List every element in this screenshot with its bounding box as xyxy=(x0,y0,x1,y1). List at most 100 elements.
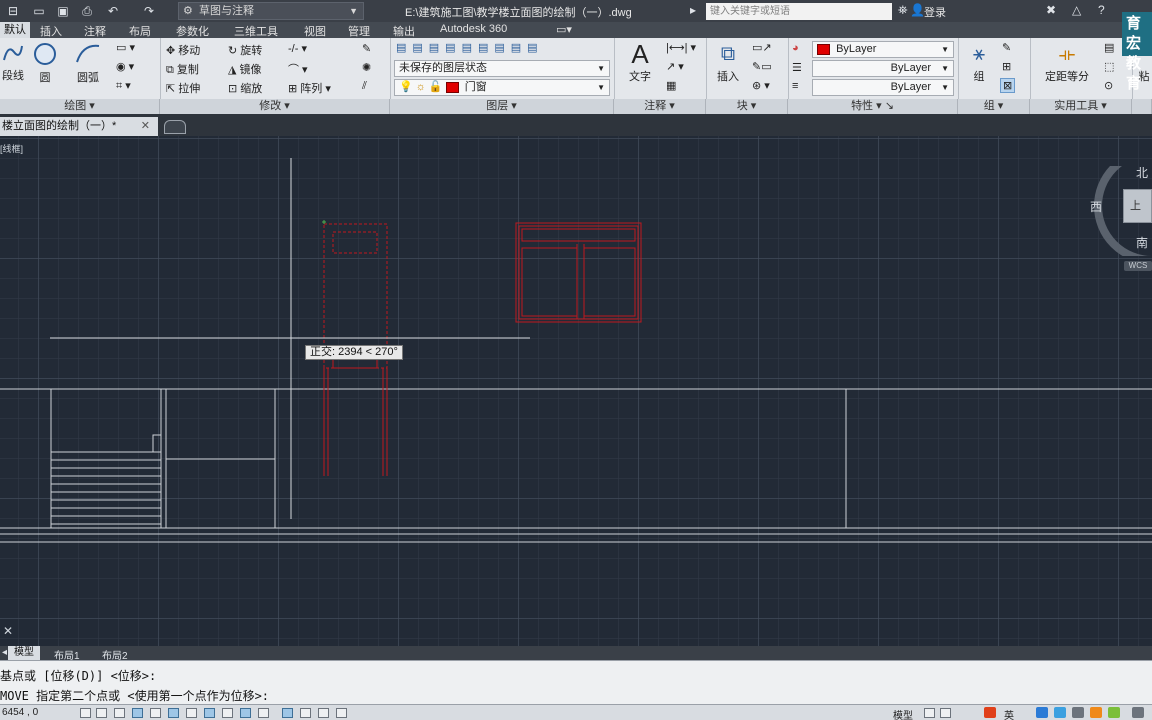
measure-tool[interactable]: ⟛ 定距等分 xyxy=(1036,40,1098,84)
panel-label-layers[interactable]: 图层 ▾ xyxy=(390,99,614,114)
annotation-monitor-toggle[interactable] xyxy=(336,708,347,718)
linetype-dropdown[interactable]: ByLayer ▼ xyxy=(812,60,954,77)
ungroup-tool[interactable]: ✎ xyxy=(1002,41,1011,54)
hatch-tool[interactable]: ◉ ▾ xyxy=(116,60,134,73)
save-icon[interactable]: ▣ xyxy=(54,2,72,20)
coordinate-readout[interactable]: 6454 , 0 xyxy=(2,707,38,718)
group-edit-tool[interactable]: ⊞ xyxy=(1002,60,1011,73)
undo-icon[interactable]: ↶ xyxy=(104,2,122,20)
chevron-right-icon[interactable]: ▸ xyxy=(690,3,696,17)
stretch-button[interactable]: ⇱ 拉伸 xyxy=(166,80,200,96)
leader-tool[interactable]: ↗ ▾ xyxy=(666,60,684,73)
close-icon[interactable]: ✕ xyxy=(141,117,150,136)
erase-button[interactable]: ✎ xyxy=(362,42,371,55)
boundary-tool[interactable]: ⌗ ▾ xyxy=(116,79,131,93)
document-tab[interactable]: 楼立面图的绘制（一）* ✕ xyxy=(0,117,158,136)
panel-label-annotation[interactable]: 注释 ▾ xyxy=(614,99,706,114)
workspace-dropdown[interactable]: ⚙ 草图与注释 ▼ xyxy=(178,2,364,20)
object-snap-toggle[interactable] xyxy=(168,708,179,718)
tray-icon[interactable] xyxy=(1054,707,1066,718)
array-button[interactable]: ⊞ 阵列 ▾ xyxy=(288,80,331,96)
match-properties-tool[interactable]: ◕ xyxy=(792,42,799,54)
layer-state-dropdown[interactable]: 未保存的图层状态 ▼ xyxy=(394,60,610,77)
create-block-tool[interactable]: ▭↗ xyxy=(752,41,772,54)
quick-properties-toggle[interactable] xyxy=(300,708,311,718)
tab-3d-tools[interactable]: 三维工具 xyxy=(234,23,278,39)
group-selection-toggle[interactable]: ⊠ xyxy=(1000,78,1016,93)
exchange-icon[interactable]: ✖ xyxy=(1046,3,1056,17)
tray-icon[interactable] xyxy=(1108,707,1120,718)
compass-west[interactable]: 西 xyxy=(1090,198,1102,215)
edit-block-tool[interactable]: ✎▭ xyxy=(752,60,772,73)
table-tool[interactable]: ▦ xyxy=(666,79,676,92)
grip-marker[interactable] xyxy=(322,220,326,224)
compass-north[interactable]: 北 xyxy=(1136,164,1148,181)
tray-icon[interactable] xyxy=(1090,707,1102,718)
panel-label-utilities[interactable]: 实用工具 ▾ xyxy=(1030,99,1132,114)
viewcube[interactable]: 北 西 南 上 WCS xyxy=(1090,166,1152,276)
tray-icon[interactable] xyxy=(1132,707,1144,718)
a360-icon[interactable]: △ xyxy=(1072,3,1081,17)
ime-language[interactable]: 英 xyxy=(1004,707,1014,720)
attribute-tool[interactable]: ⊛ ▾ xyxy=(752,79,770,92)
object-snap-tracking-toggle[interactable] xyxy=(204,708,215,718)
polyline-tool[interactable]: 段线 xyxy=(0,42,26,83)
help-icon[interactable]: ? xyxy=(1098,3,1105,17)
search-input[interactable]: 键入关键字或短语 xyxy=(706,3,892,20)
trim-button[interactable]: -/- ▾ xyxy=(288,42,307,55)
fillet-button[interactable]: ⌒ ▾ xyxy=(288,61,308,77)
group-tool[interactable]: ⚹ 组 xyxy=(962,40,996,84)
tab-model[interactable]: 模型 xyxy=(8,646,40,660)
quick-view-drawings-button[interactable] xyxy=(940,708,951,718)
mirror-button[interactable]: ◮ 镜像 xyxy=(228,61,262,77)
lineweight-toggle[interactable] xyxy=(258,708,269,718)
layer-tools-row[interactable]: ▤▤▤▤▤▤▤▤▤ xyxy=(396,41,544,54)
compass-south[interactable]: 南 xyxy=(1136,234,1148,251)
viewcube-top-face[interactable]: 上 xyxy=(1123,189,1152,223)
panel-label-draw[interactable]: 绘图 ▾ xyxy=(0,99,160,114)
arc-tool[interactable]: 圆弧 xyxy=(70,42,106,85)
binoculars-icon[interactable]: ⛯ xyxy=(898,3,908,18)
layer-dropdown[interactable]: 💡 ☼ 🔓 门窗 ▼ xyxy=(394,79,610,96)
move-button[interactable]: ✥ 移动 xyxy=(166,42,200,58)
lineweight-tool[interactable]: ≡ xyxy=(792,80,798,92)
lineweight-dropdown[interactable]: ByLayer ▼ xyxy=(812,79,954,96)
3d-osnap-toggle[interactable] xyxy=(186,708,197,718)
panel-label-properties[interactable]: 特性 ▾ ↘ xyxy=(788,99,958,114)
offset-button[interactable]: ⫽ xyxy=(362,80,367,93)
dynamic-input-toggle[interactable] xyxy=(240,708,251,718)
insert-tool[interactable]: ⧉ 插入 xyxy=(710,40,746,84)
redo-icon[interactable]: ↷ xyxy=(140,2,158,20)
tray-icon[interactable] xyxy=(1036,707,1048,718)
panel-label-block[interactable]: 块 ▾ xyxy=(706,99,788,114)
tab-layout[interactable]: 布局 xyxy=(129,23,151,39)
login-link[interactable]: 登录 xyxy=(924,4,946,20)
snap-mode-toggle[interactable] xyxy=(96,708,107,718)
tray-icon[interactable] xyxy=(1072,707,1084,718)
tab-autodesk-360[interactable]: Autodesk 360 xyxy=(440,23,507,35)
linetype-tool[interactable]: ☰ xyxy=(792,61,802,74)
new-file-icon[interactable]: ▭ xyxy=(30,2,48,20)
grid-display-toggle[interactable] xyxy=(114,708,125,718)
transparency-toggle[interactable] xyxy=(282,708,293,718)
circle-tool[interactable]: 圆 xyxy=(30,42,60,85)
id-point-tool[interactable]: ⊙ xyxy=(1104,79,1113,92)
ortho-mode-toggle[interactable] xyxy=(132,708,143,718)
panel-label-modify[interactable]: 修改 ▾ xyxy=(160,99,390,114)
tab-output[interactable]: 输出 xyxy=(393,23,415,39)
rotate-button[interactable]: ↻ 旋转 xyxy=(228,42,262,58)
print-icon[interactable]: ⎙ xyxy=(78,2,96,20)
scale-button[interactable]: ⊡ 缩放 xyxy=(228,80,262,96)
command-prompt-line[interactable]: MOVE 指定第二个点或 <使用第一个点作为位移>: xyxy=(0,687,269,704)
tab-annotate[interactable]: 注释 xyxy=(84,23,106,39)
app-menu-icon[interactable]: ⊟ xyxy=(4,2,22,20)
dimension-tool[interactable]: |⟷| ▾ xyxy=(666,41,696,54)
model-space-button[interactable]: 模型 xyxy=(893,707,913,720)
command-line[interactable]: 基点或 [位移(D)] <位移>: MOVE 指定第二个点或 <使用第一个点作为… xyxy=(0,660,1152,704)
quick-view-layouts-button[interactable] xyxy=(924,708,935,718)
tab-home[interactable]: 默认 xyxy=(0,22,30,38)
explode-button[interactable]: ✺ xyxy=(362,61,371,74)
tab-view[interactable]: 视图 xyxy=(304,23,326,39)
quick-calc-tool[interactable]: ▤ xyxy=(1104,41,1114,54)
panel-label-groups[interactable]: 组 ▾ xyxy=(958,99,1030,114)
